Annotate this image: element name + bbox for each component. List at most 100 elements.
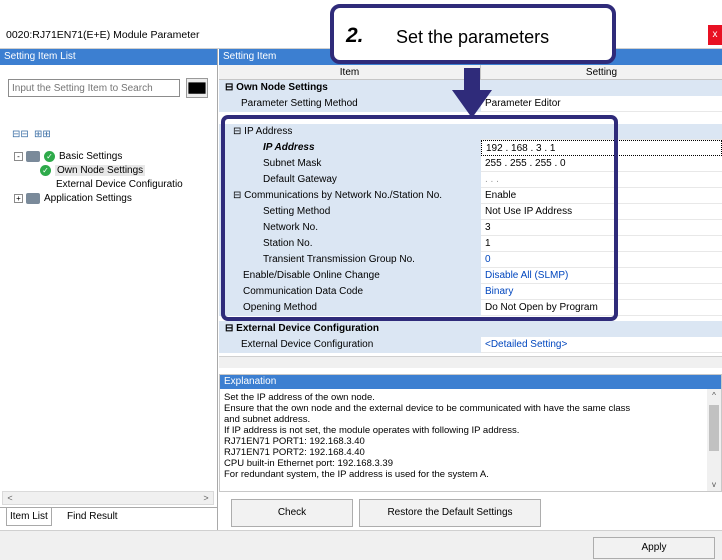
search-input[interactable]: [8, 79, 180, 97]
settings-folder-icon: [26, 192, 40, 204]
tree-item-label: External Device Configuratio: [56, 179, 183, 190]
setting-item-pane: Setting Item Item Setting ⊟ Own Node Set…: [219, 49, 722, 530]
row-station-no[interactable]: Station No. 1: [219, 236, 722, 252]
row-subnet-mask[interactable]: Subnet Mask 255 . 255 . 255 . 0: [219, 156, 722, 172]
row-value[interactable]: Do Not Open by Program: [481, 300, 722, 316]
collapse-icon[interactable]: ⊟: [233, 190, 244, 201]
explanation-vertical-scrollbar[interactable]: ^ v: [707, 389, 721, 491]
row-label: Setting Method: [219, 204, 481, 220]
row-value[interactable]: Parameter Editor: [481, 96, 722, 112]
tree-item-application-settings[interactable]: + Application Settings: [14, 192, 132, 206]
row-label: Enable/Disable Online Change: [219, 268, 481, 284]
row-label: Subnet Mask: [219, 156, 481, 172]
scroll-down-icon[interactable]: v: [707, 480, 721, 489]
row-communications-by-network[interactable]: ⊟ Communications by Network No./Station …: [219, 188, 722, 204]
settings-folder-icon: [26, 150, 40, 162]
row-value[interactable]: Enable: [481, 188, 722, 204]
close-button[interactable]: x: [708, 25, 722, 45]
row-label: Parameter Setting Method: [219, 96, 481, 112]
tab-item-list[interactable]: Item List: [6, 508, 52, 526]
scroll-left-icon[interactable]: <: [3, 492, 17, 504]
instruction-callout: 2. Set the parameters: [330, 4, 616, 64]
row-label: Transient Transmission Group No.: [219, 252, 481, 268]
row-value: [481, 321, 722, 337]
window-title: 0020:RJ71EN71(E+E) Module Parameter: [6, 29, 200, 41]
row-label: Communication Data Code: [219, 284, 481, 300]
step-text: Set the parameters: [396, 27, 550, 47]
row-default-gateway[interactable]: Default Gateway . . .: [219, 172, 722, 188]
tree-item-own-node-settings[interactable]: ✓ Own Node Settings: [40, 164, 146, 178]
check-status-icon: ✓: [44, 150, 55, 162]
collapse-icon[interactable]: ⊟: [225, 82, 236, 93]
row-transient-transmission-group-no[interactable]: Transient Transmission Group No. 0: [219, 252, 722, 268]
tree-item-external-device-configuration[interactable]: External Device Configuratio: [56, 178, 183, 192]
column-setting: Setting: [585, 67, 618, 78]
row-ip-address[interactable]: IP Address 192 . 168 . 3 . 1: [219, 140, 722, 156]
restore-default-settings-button[interactable]: Restore the Default Settings: [359, 499, 541, 527]
row-label: ⊟ Communications by Network No./Station …: [219, 188, 481, 204]
expander-icon[interactable]: +: [14, 193, 23, 203]
scroll-up-icon[interactable]: ^: [707, 391, 721, 400]
search-button[interactable]: ▇▇: [186, 78, 208, 98]
row-value[interactable]: 3: [481, 220, 722, 236]
explanation-line: RJ71EN71 PORT2: 192.168.4.40: [224, 447, 365, 458]
expander-icon[interactable]: -: [14, 151, 23, 161]
default-gateway-field[interactable]: . . .: [481, 172, 722, 188]
row-label: ⊟ IP Address: [219, 124, 481, 140]
group-row-external-device-configuration[interactable]: ⊟ External Device Configuration: [219, 321, 722, 337]
collapse-icon[interactable]: ⊟: [225, 323, 236, 334]
settings-grid: ⊟ Own Node Settings Parameter Setting Me…: [219, 80, 722, 356]
row-opening-method[interactable]: Opening Method Do Not Open by Program: [219, 300, 722, 316]
row-value[interactable]: Not Use IP Address: [481, 204, 722, 220]
explanation-line: Set the IP address of the own node.: [224, 392, 375, 403]
row-enable-disable-online-change[interactable]: Enable/Disable Online Change Disable All…: [219, 268, 722, 284]
explanation-header: Explanation: [220, 375, 721, 389]
explanation-line: RJ71EN71 PORT1: 192.168.3.40: [224, 436, 365, 447]
explanation-panel: Explanation Set the IP address of the ow…: [219, 374, 722, 492]
subnet-mask-field[interactable]: 255 . 255 . 255 . 0: [481, 156, 722, 172]
setting-item-list-header: Setting Item List: [0, 49, 217, 65]
step-number: 2.: [346, 24, 364, 47]
check-button[interactable]: Check: [231, 499, 353, 527]
grid-horizontal-scrollbar[interactable]: [219, 356, 722, 368]
left-horizontal-scrollbar[interactable]: < >: [2, 491, 214, 505]
setting-item-list-pane: Setting Item List ▇▇ ⊟⊟ ⊞⊞ - ✓ Basic Setti…: [0, 49, 218, 530]
row-external-device-configuration[interactable]: External Device Configuration <Detailed …: [219, 337, 722, 353]
row-value[interactable]: Binary: [481, 284, 722, 300]
explanation-line: and subnet address.: [224, 414, 311, 425]
binoculars-icon: ▇▇: [188, 82, 206, 94]
row-label: IP Address: [219, 140, 481, 156]
row-label: ⊟ External Device Configuration: [219, 321, 481, 337]
ip-address-field[interactable]: 192 . 168 . 3 . 1: [481, 140, 722, 156]
bottom-bar: Apply: [0, 530, 722, 560]
detailed-setting-link[interactable]: <Detailed Setting>: [481, 337, 722, 353]
row-label: Network No.: [219, 220, 481, 236]
explanation-text: Set the IP address of the own node. Ensu…: [220, 389, 702, 483]
row-value: [481, 124, 722, 140]
row-setting-method[interactable]: Setting Method Not Use IP Address: [219, 204, 722, 220]
row-value[interactable]: 1: [481, 236, 722, 252]
expand-all-icon[interactable]: ⊞⊞: [34, 129, 51, 142]
tree-item-basic-settings[interactable]: - ✓ Basic Settings: [14, 150, 122, 164]
collapse-icon[interactable]: ⊟: [233, 126, 244, 137]
explanation-line: For redundant system, the IP address is …: [224, 469, 489, 480]
row-label: ⊟ Own Node Settings: [219, 80, 481, 96]
apply-button[interactable]: Apply: [593, 537, 715, 559]
explanation-line: If IP address is not set, the module ope…: [224, 425, 520, 436]
row-communication-data-code[interactable]: Communication Data Code Binary: [219, 284, 722, 300]
row-value[interactable]: Disable All (SLMP): [481, 268, 722, 284]
row-ip-address-group[interactable]: ⊟ IP Address: [219, 124, 722, 140]
row-network-no[interactable]: Network No. 3: [219, 220, 722, 236]
explanation-line: CPU built-in Ethernet port: 192.168.3.39: [224, 458, 393, 469]
row-value: [481, 80, 722, 96]
tab-find-result[interactable]: Find Result: [64, 508, 121, 526]
collapse-all-icon[interactable]: ⊟⊟: [12, 129, 29, 142]
scroll-right-icon[interactable]: >: [199, 492, 213, 504]
row-value[interactable]: 0: [481, 252, 722, 268]
explanation-line: Ensure that the own node and the externa…: [224, 403, 631, 414]
check-status-icon: ✓: [40, 164, 51, 176]
tree-item-label: Own Node Settings: [55, 165, 146, 176]
row-label: Opening Method: [219, 300, 481, 316]
scroll-thumb[interactable]: [709, 405, 719, 451]
row-label: External Device Configuration: [219, 337, 481, 353]
